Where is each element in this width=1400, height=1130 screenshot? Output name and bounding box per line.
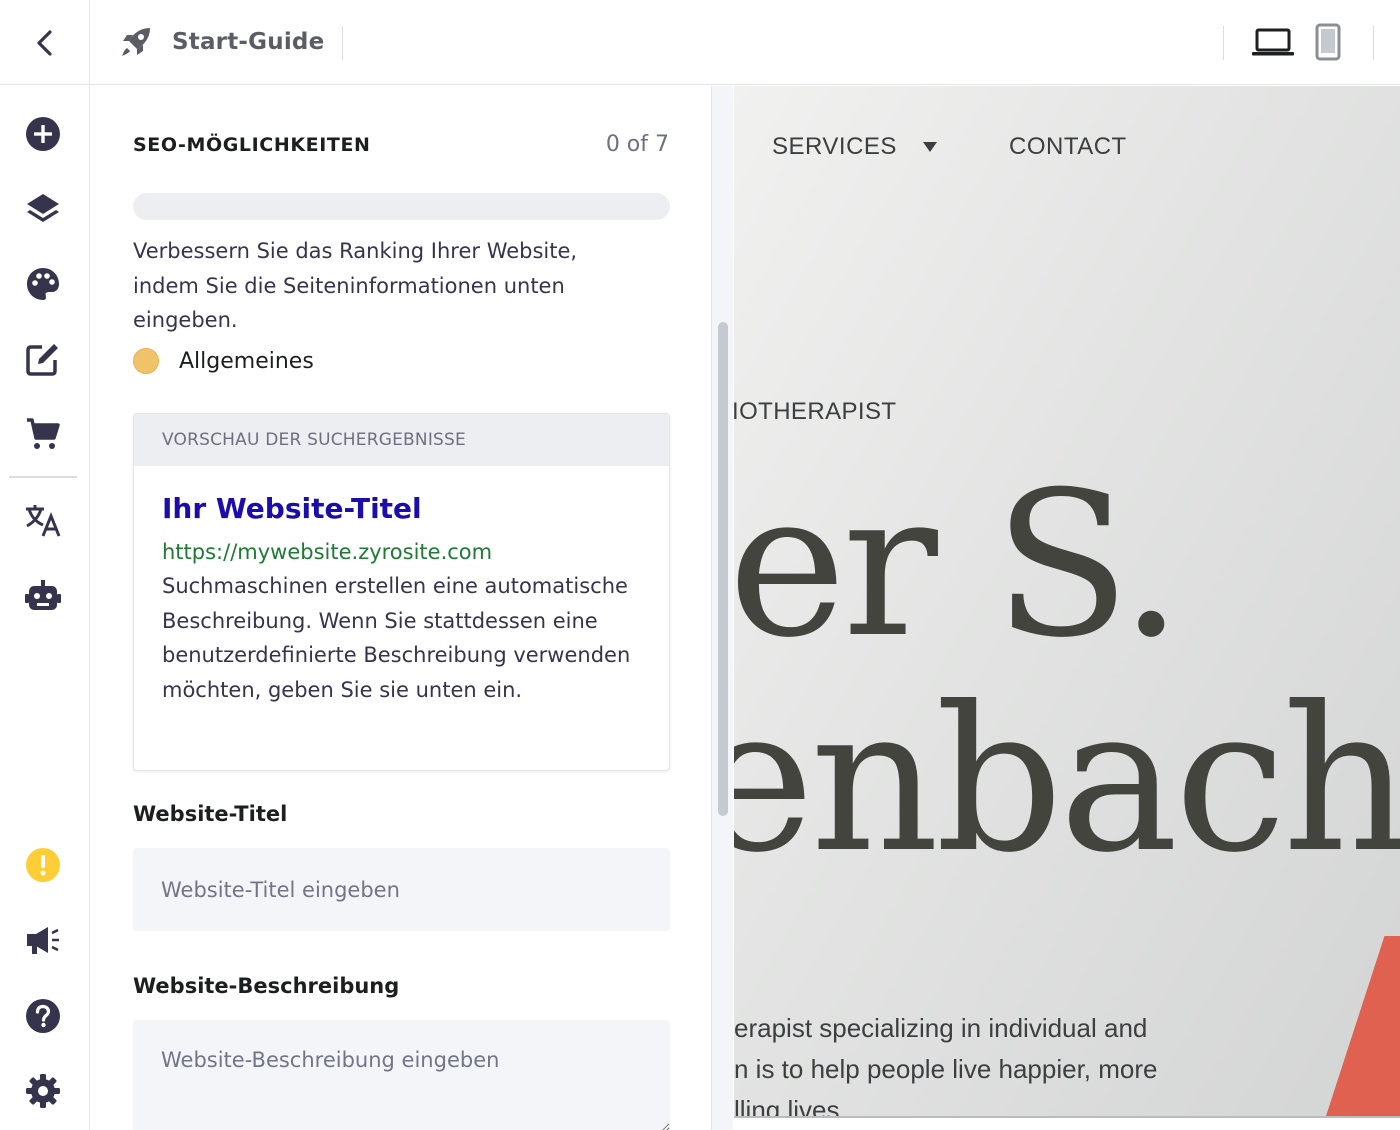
status-label: Allgemeines bbox=[179, 348, 314, 374]
sidebar-separator bbox=[9, 476, 77, 478]
divider bbox=[1373, 26, 1374, 60]
intro-line: erapist specializing in individual and bbox=[734, 1013, 1148, 1043]
hero-heading-line-1: er S. bbox=[734, 449, 1183, 682]
robot-icon bbox=[25, 580, 61, 610]
layers-button[interactable] bbox=[15, 181, 71, 237]
settings-icon bbox=[26, 1074, 60, 1108]
desktop-view-button[interactable] bbox=[1245, 20, 1301, 64]
help-icon bbox=[26, 999, 60, 1033]
nav-services[interactable]: SERVICES bbox=[772, 133, 937, 161]
left-sidebar bbox=[0, 86, 90, 1130]
cart-icon bbox=[27, 418, 60, 449]
rocket-icon bbox=[122, 28, 150, 56]
help-button[interactable] bbox=[15, 988, 71, 1044]
status-item[interactable]: Allgemeines bbox=[133, 348, 314, 374]
divider bbox=[1223, 26, 1224, 60]
search-preview-url: https://mywebsite.zyrosite.com bbox=[162, 540, 493, 564]
seo-panel: SEO-MÖGLICHKEITEN 0 of 7 Verbessern Sie … bbox=[91, 86, 711, 1130]
website-title-input[interactable] bbox=[133, 848, 670, 931]
intro-line: n is to help people live happier, more bbox=[734, 1054, 1158, 1084]
preview-bottom-edge bbox=[734, 1116, 1400, 1130]
mobile-icon bbox=[1315, 23, 1341, 61]
top-bar: Start-Guide bbox=[0, 0, 1400, 85]
nav-services-label: SERVICES bbox=[772, 133, 897, 160]
layers-icon bbox=[27, 194, 59, 222]
warnings-button[interactable] bbox=[15, 837, 71, 893]
progress-bar bbox=[133, 193, 670, 220]
palette-icon bbox=[27, 268, 59, 300]
website-preview[interactable]: SERVICES CONTACT IOTHERAPIST er S. enbac… bbox=[734, 86, 1400, 1116]
back-button[interactable] bbox=[0, 0, 90, 85]
panel-scrollbar[interactable] bbox=[711, 86, 733, 1130]
caret-down-icon bbox=[922, 142, 937, 152]
site-intro-text: erapist specializing in individual and n… bbox=[734, 1008, 1400, 1116]
settings-button[interactable] bbox=[15, 1063, 71, 1119]
chevron-left-icon bbox=[36, 29, 52, 56]
add-icon bbox=[26, 117, 60, 151]
panel-title: SEO-MÖGLICHKEITEN bbox=[133, 134, 371, 156]
hero-heading-line-2: enbach bbox=[734, 664, 1400, 897]
search-preview-card: VORSCHAU DER SUCHERGEBNISSE Ihr Website-… bbox=[133, 413, 670, 771]
megaphone-icon bbox=[27, 927, 59, 954]
translate-icon bbox=[26, 505, 61, 537]
nav-contact[interactable]: CONTACT bbox=[1009, 133, 1127, 161]
scrollbar-thumb[interactable] bbox=[718, 322, 728, 816]
search-preview-title: Ihr Website-Titel bbox=[162, 492, 422, 525]
start-guide-button[interactable]: Start-Guide bbox=[118, 22, 324, 62]
marketing-button[interactable] bbox=[15, 912, 71, 968]
mobile-view-button[interactable] bbox=[1308, 20, 1348, 64]
warning-icon bbox=[26, 848, 60, 882]
intro-line: lling lives. bbox=[734, 1095, 847, 1116]
website-description-input[interactable] bbox=[133, 1020, 670, 1130]
translate-button[interactable] bbox=[15, 492, 71, 548]
ai-tools-button[interactable] bbox=[15, 568, 71, 624]
panel-description: Verbessern Sie das Ranking Ihrer Website… bbox=[133, 239, 578, 332]
search-preview-heading: VORSCHAU DER SUCHERGEBNISSE bbox=[134, 414, 669, 466]
search-preview-description: Suchmaschinen erstellen eine automatisch… bbox=[162, 574, 631, 702]
completion-count: 0 of 7 bbox=[605, 132, 669, 157]
divider bbox=[342, 26, 343, 60]
status-dot-icon bbox=[133, 348, 159, 374]
laptop-icon bbox=[1252, 28, 1294, 56]
styles-button[interactable] bbox=[15, 256, 71, 312]
start-guide-label: Start-Guide bbox=[172, 29, 325, 55]
website-description-label: Website-Beschreibung bbox=[133, 974, 400, 998]
store-button[interactable] bbox=[15, 406, 71, 462]
site-role-text: IOTHERAPIST bbox=[734, 398, 897, 425]
edit-icon bbox=[26, 344, 58, 376]
edit-pages-button[interactable] bbox=[15, 331, 71, 387]
website-title-label: Website-Titel bbox=[133, 802, 288, 826]
add-element-button[interactable] bbox=[15, 106, 71, 162]
